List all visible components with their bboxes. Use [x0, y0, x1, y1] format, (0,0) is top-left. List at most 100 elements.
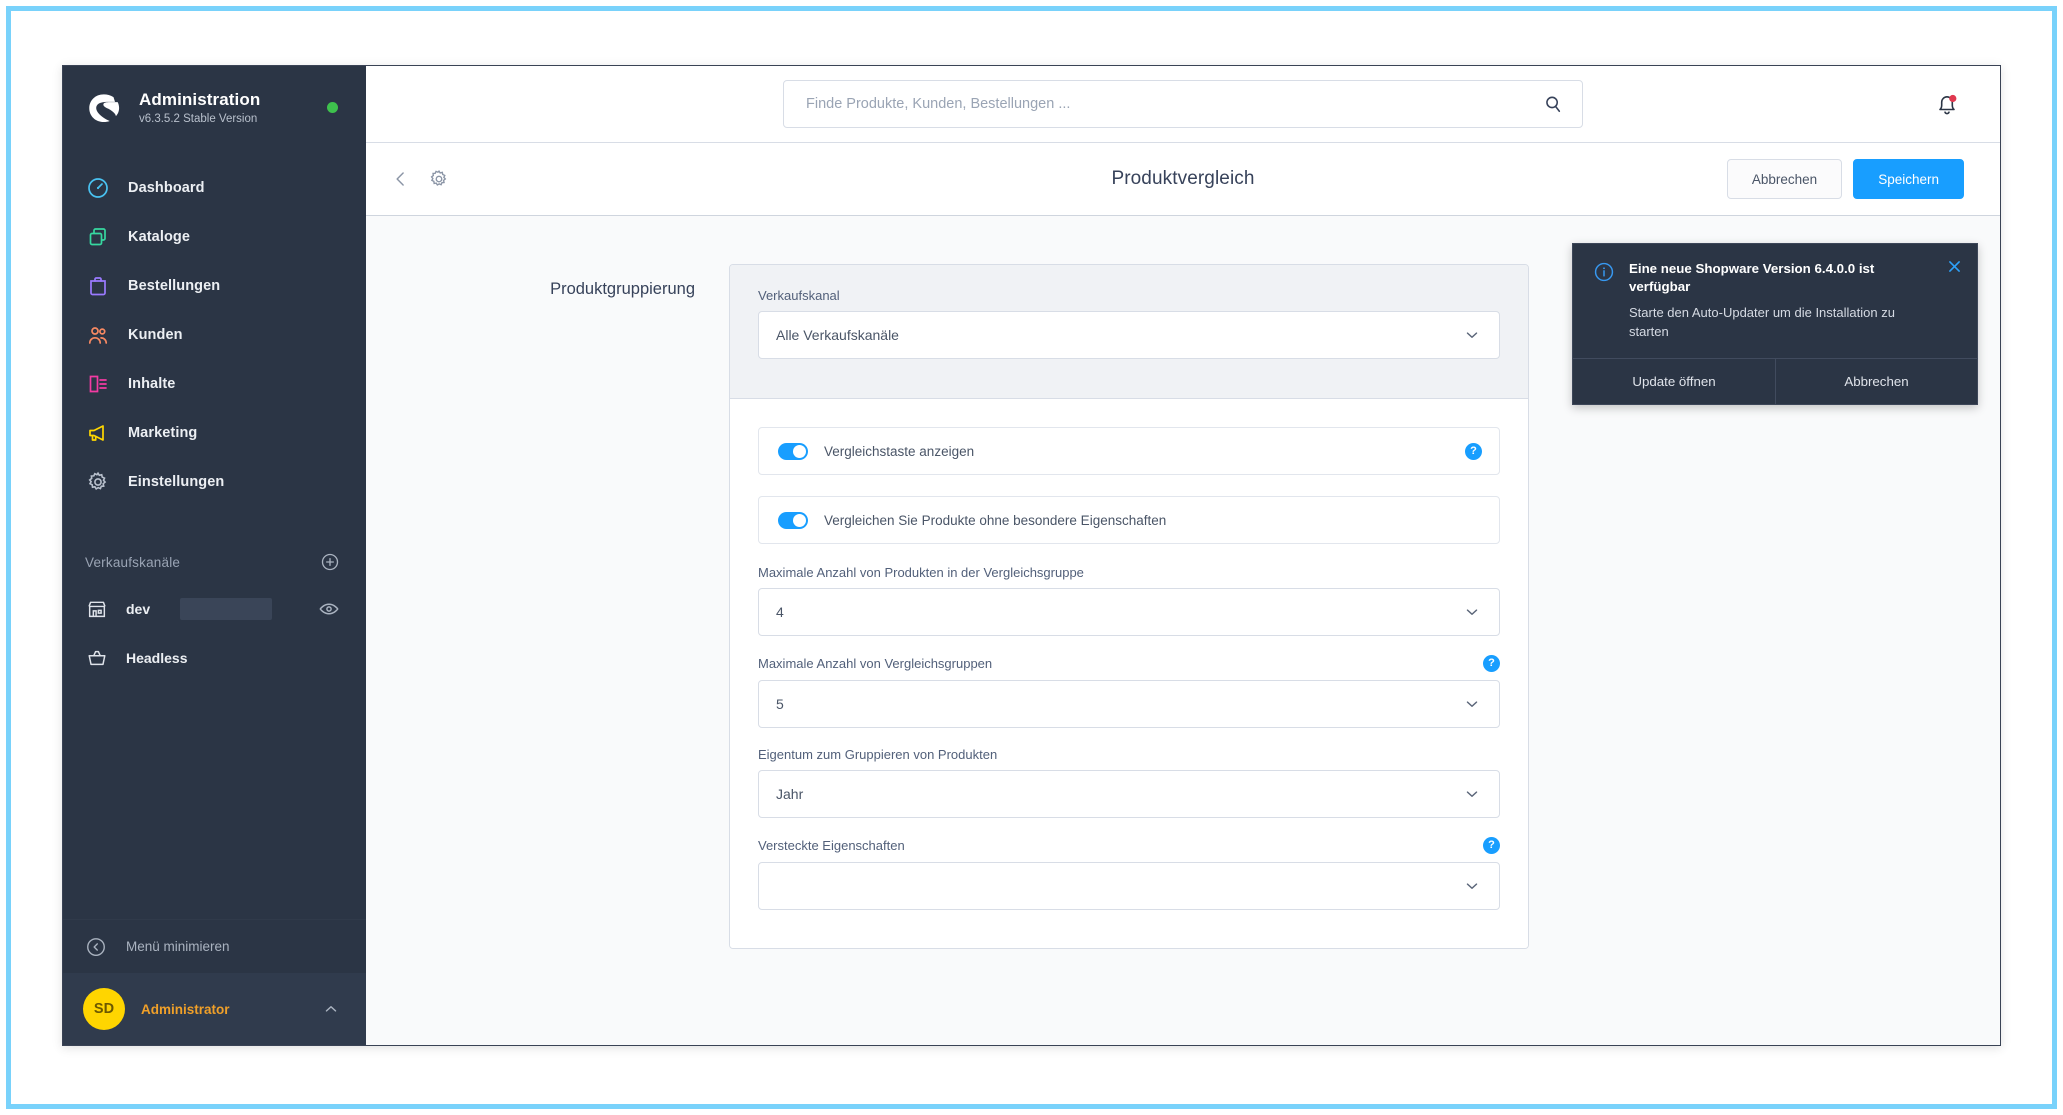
sidebar-item-dashboard[interactable]: Dashboard: [63, 163, 366, 212]
notification-body: Eine neue Shopware Version 6.4.0.0 ist v…: [1573, 244, 1977, 358]
sales-channels-title: Verkaufskanäle: [85, 554, 181, 570]
dismiss-update-button[interactable]: Abbrechen: [1775, 358, 1977, 404]
sidebar: Administration v6.3.5.2 Stable Version D…: [63, 66, 366, 1045]
field-label: Maximale Anzahl von Produkten in der Ver…: [758, 565, 1084, 580]
chevron-down-icon: [1463, 785, 1481, 803]
field-grouping-property: Eigentum zum Gruppieren von Produkten Ja…: [758, 747, 1500, 818]
sidebar-item-kunden[interactable]: Kunden: [63, 310, 366, 359]
help-icon[interactable]: ?: [1483, 655, 1500, 672]
sidebar-item-marketing[interactable]: Marketing: [63, 408, 366, 457]
avatar: SD: [83, 988, 125, 1030]
page-title: Produktvergleich: [1111, 168, 1255, 189]
chevron-up-icon[interactable]: [322, 1000, 340, 1018]
sidebar-item-bestellungen[interactable]: Bestellungen: [63, 261, 366, 310]
redaction-overlay: [180, 598, 272, 620]
topbar: [366, 66, 2000, 143]
dashboard-icon: [85, 175, 111, 201]
search-box[interactable]: [783, 80, 1583, 128]
card-section-label: Produktgruppierung: [550, 280, 695, 298]
field-label: Versteckte Eigenschaften: [758, 838, 905, 853]
sidebar-channel-label: Headless: [126, 649, 188, 666]
sidebar-item-label: Einstellungen: [128, 473, 225, 490]
minimize-menu-label: Menü minimieren: [126, 939, 230, 954]
chevron-down-icon: [1463, 695, 1481, 713]
save-button[interactable]: Speichern: [1853, 159, 1964, 199]
open-update-button[interactable]: Update öffnen: [1573, 359, 1775, 404]
help-icon[interactable]: ?: [1465, 442, 1482, 460]
page-header: Produktvergleich Abbrechen Speichern: [366, 143, 2000, 216]
content-icon: [85, 371, 111, 397]
search-input[interactable]: [806, 96, 1542, 112]
sidebar-item-label: Dashboard: [128, 179, 205, 196]
sidebar-channel-headless[interactable]: Headless: [63, 633, 366, 682]
switch-row-compare-without-properties[interactable]: Vergleichen Sie Produkte ohne besondere …: [758, 496, 1500, 544]
switch-label: Vergleichen Sie Produkte ohne besondere …: [824, 512, 1167, 528]
gear-icon: [85, 469, 111, 495]
select-value: 5: [776, 696, 784, 712]
sidebar-channel-label: dev: [126, 600, 151, 617]
sidebar-nav: Dashboard Kataloge Bestellungen Kunden I…: [63, 163, 366, 506]
sales-channel-section: Verkaufskanal Alle Verkaufskanäle: [730, 265, 1528, 399]
page-header-actions: Abbrechen Speichern: [1726, 159, 1964, 199]
chevron-left-icon[interactable]: [390, 168, 412, 190]
gear-icon[interactable]: [428, 168, 450, 190]
orders-bag-icon: [85, 273, 111, 299]
select-hidden-properties[interactable]: [758, 862, 1500, 910]
help-icon[interactable]: ?: [1483, 837, 1500, 854]
update-notification-toast: Eine neue Shopware Version 6.4.0.0 ist v…: [1572, 243, 1978, 405]
select-max-products-in-group[interactable]: 4: [758, 588, 1500, 636]
brand-title: Administration: [139, 90, 261, 110]
close-icon[interactable]: [1946, 258, 1963, 275]
toggle-show-compare-button[interactable]: [778, 442, 808, 460]
field-label-row: Maximale Anzahl von Vergleichsgruppen ?: [758, 655, 1500, 672]
storefront-icon: [85, 597, 109, 621]
product-grouping-card: Verkaufskanal Alle Verkaufskanäle Vergle…: [729, 264, 1529, 949]
field-max-compare-groups: Maximale Anzahl von Vergleichsgruppen ? …: [758, 655, 1500, 728]
field-label: Maximale Anzahl von Vergleichsgruppen: [758, 656, 993, 671]
status-indicator-dot: [327, 102, 338, 113]
select-max-compare-groups[interactable]: 5: [758, 680, 1500, 728]
chevron-left-circle-icon: [85, 936, 107, 958]
field-max-products-in-group: Maximale Anzahl von Produkten in der Ver…: [758, 565, 1500, 636]
sales-channel-select[interactable]: Alle Verkaufskanäle: [758, 311, 1500, 359]
sidebar-item-einstellungen[interactable]: Einstellungen: [63, 457, 366, 506]
field-label: Eigentum zum Gruppieren von Produkten: [758, 747, 998, 762]
sidebar-item-label: Marketing: [128, 424, 198, 441]
catalog-icon: [85, 224, 111, 250]
eye-icon[interactable]: [318, 598, 340, 620]
minimize-menu-button[interactable]: Menü minimieren: [63, 919, 366, 973]
basket-icon: [85, 646, 109, 670]
user-name: Administrator: [141, 1001, 230, 1017]
notification-message: Starte den Auto-Updater um die Installat…: [1629, 304, 1895, 339]
page-frame: Administration v6.3.5.2 Stable Version D…: [6, 6, 2057, 1109]
sales-channel-value: Alle Verkaufskanäle: [776, 327, 899, 343]
plus-circle-icon[interactable]: [320, 552, 340, 572]
sidebar-item-label: Kataloge: [128, 228, 191, 245]
notifications-bell-button[interactable]: [1930, 87, 1964, 121]
field-hidden-properties: Versteckte Eigenschaften ?: [758, 837, 1500, 910]
settings-section: Vergleichstaste anzeigen ? Vergleichen S…: [730, 399, 1528, 948]
chevron-down-icon: [1463, 326, 1481, 344]
toggle-compare-without-properties[interactable]: [778, 511, 808, 529]
select-value: 4: [776, 604, 784, 620]
app-window: Administration v6.3.5.2 Stable Version D…: [62, 65, 2001, 1046]
sidebar-item-label: Inhalte: [128, 375, 176, 392]
brand-header: Administration v6.3.5.2 Stable Version: [63, 66, 366, 147]
brand-version: v6.3.5.2 Stable Version: [139, 112, 258, 125]
sidebar-item-inhalte[interactable]: Inhalte: [63, 359, 366, 408]
megaphone-icon: [85, 420, 111, 446]
notification-badge: [1949, 94, 1957, 103]
switch-row-show-compare-button[interactable]: Vergleichstaste anzeigen ?: [758, 427, 1500, 475]
chevron-down-icon: [1463, 877, 1481, 895]
switch-label: Vergleichstaste anzeigen: [824, 443, 975, 459]
cancel-button[interactable]: Abbrechen: [1726, 159, 1843, 199]
notification-texts: Eine neue Shopware Version 6.4.0.0 ist v…: [1629, 260, 1959, 342]
sidebar-channel-dev[interactable]: dev: [63, 584, 366, 633]
sidebar-item-kataloge[interactable]: Kataloge: [63, 212, 366, 261]
select-grouping-property[interactable]: Jahr: [758, 770, 1500, 818]
search-icon[interactable]: [1542, 93, 1564, 115]
sidebar-item-label: Kunden: [128, 326, 183, 343]
card-label-column: Produktgruppierung: [484, 264, 729, 949]
user-menu[interactable]: SD Administrator: [63, 973, 366, 1045]
field-label-row: Versteckte Eigenschaften ?: [758, 837, 1500, 854]
